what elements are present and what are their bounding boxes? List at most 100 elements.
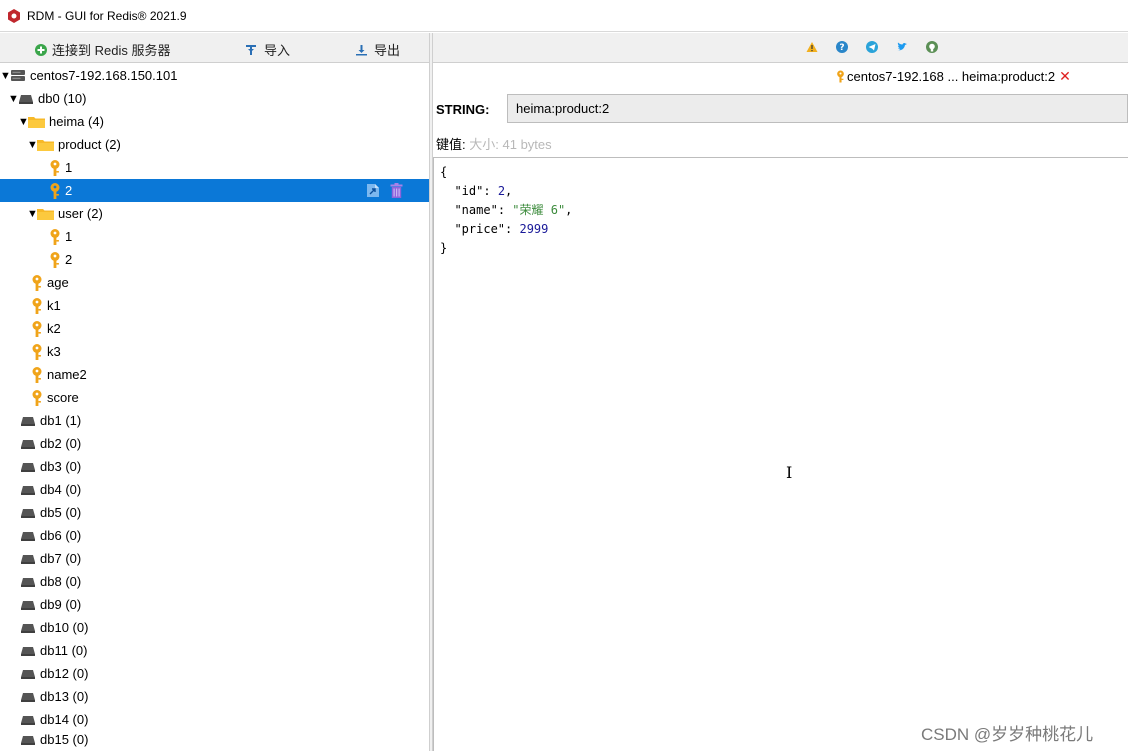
connect-redis-button[interactable]: 连接到 Redis 服务器 xyxy=(35,40,170,59)
redis-logo-icon xyxy=(7,8,21,23)
tree-key-row[interactable]: k2 xyxy=(0,317,429,340)
tree-folder-row[interactable]: ▼ heima (4) xyxy=(0,110,429,133)
key-icon xyxy=(31,297,43,314)
connect-label: 连接到 Redis 服务器 xyxy=(52,43,171,58)
expand-arrow-icon[interactable]: ▼ xyxy=(27,139,38,151)
tree-db-row[interactable]: ▼ db0 (10) xyxy=(0,87,429,110)
tree-db-row[interactable]: db13 (0) xyxy=(0,685,429,708)
tab-key-view[interactable]: centos7-192.168 ... heima:product:2 ✕ xyxy=(836,66,1071,86)
value-editor[interactable]: { "id": 2, "name": "荣耀 6", "price": 2999… xyxy=(433,157,1128,751)
svg-text:?: ? xyxy=(839,43,844,53)
export-button[interactable]: 导出 xyxy=(355,40,400,59)
key-icon xyxy=(49,159,61,176)
database-icon xyxy=(20,576,36,588)
tree-db-row[interactable]: db5 (0) xyxy=(0,501,429,524)
database-icon xyxy=(20,714,36,726)
expand-arrow-icon[interactable]: ▼ xyxy=(0,70,11,82)
expand-arrow-icon[interactable]: ▼ xyxy=(8,93,19,105)
import-button[interactable]: 导入 xyxy=(245,40,290,59)
key-icon xyxy=(49,251,61,268)
key-type-label: STRING: xyxy=(436,102,490,117)
right-toolbar: ? xyxy=(433,33,1128,63)
title-bar: RDM - GUI for Redis® 2021.9 xyxy=(0,0,1128,32)
window-title: RDM - GUI for Redis® 2021.9 xyxy=(27,8,187,23)
watermark: CSDN @岁岁种桃花儿 xyxy=(921,725,1094,744)
key-label: 1 xyxy=(65,229,73,244)
connection-tree: ▼ centos7-192.168.150.101 ▼ db0 (10) ▼ h… xyxy=(0,64,429,751)
tree-folder-row[interactable]: ▼ product (2) xyxy=(0,133,429,156)
json-number: 2 xyxy=(497,184,506,198)
expand-arrow-icon[interactable]: ▼ xyxy=(27,208,38,220)
key-icon xyxy=(49,182,61,199)
tree-db-row[interactable]: db8 (0) xyxy=(0,570,429,593)
size-value: 41 bytes xyxy=(502,137,552,152)
key-icon xyxy=(31,320,43,337)
tree-db-row[interactable]: db1 (1) xyxy=(0,409,429,432)
warning-icon[interactable] xyxy=(806,41,818,53)
tree-key-row[interactable]: score xyxy=(0,386,429,409)
github-icon[interactable] xyxy=(926,41,938,53)
open-in-tab-icon[interactable] xyxy=(366,183,380,198)
key-name-input[interactable]: heima:product:2 xyxy=(507,94,1128,123)
tree-db-row[interactable]: db6 (0) xyxy=(0,524,429,547)
tree-key-row[interactable]: 1 xyxy=(0,156,429,179)
key-icon xyxy=(49,228,61,245)
twitter-icon[interactable] xyxy=(896,41,908,53)
db-count: (0) xyxy=(65,528,82,543)
database-icon xyxy=(20,461,36,473)
db-count: (0) xyxy=(71,643,88,658)
delete-icon[interactable] xyxy=(390,183,403,198)
tree-db-row[interactable]: db3 (0) xyxy=(0,455,429,478)
database-icon xyxy=(20,507,36,519)
tree-folder-row[interactable]: ▼ user (2) xyxy=(0,202,429,225)
tree-db-row[interactable]: db10 (0) xyxy=(0,616,429,639)
left-toolbar: 连接到 Redis 服务器 导入 导出 xyxy=(0,33,429,63)
json-key: "id" xyxy=(454,184,484,198)
tree-db-row[interactable]: db11 (0) xyxy=(0,639,429,662)
tab-label: centos7-192.168 ... heima:product:2 xyxy=(847,68,1056,84)
telegram-icon[interactable] xyxy=(866,41,878,53)
tree-server-row[interactable]: ▼ centos7-192.168.150.101 xyxy=(0,64,429,87)
tree-key-row[interactable]: age xyxy=(0,271,429,294)
tree-key-row[interactable]: 1 xyxy=(0,225,429,248)
tree-key-row-selected[interactable]: 2 xyxy=(0,179,429,202)
tree-db-row[interactable]: db4 (0) xyxy=(0,478,429,501)
value-label: 键值: xyxy=(436,137,466,152)
json-key: "name" xyxy=(454,203,498,217)
folder-icon xyxy=(37,207,54,220)
import-icon xyxy=(246,44,256,55)
key-label: score xyxy=(47,390,79,405)
database-icon xyxy=(20,599,36,611)
tree-db-row[interactable]: db2 (0) xyxy=(0,432,429,455)
database-icon xyxy=(18,93,34,105)
db-count: (0) xyxy=(65,436,82,451)
database-icon xyxy=(20,622,36,634)
database-icon xyxy=(20,553,36,565)
key-label: k3 xyxy=(47,344,61,359)
tree-key-row[interactable]: k3 xyxy=(0,340,429,363)
help-icon[interactable]: ? xyxy=(836,41,848,53)
db-count: (0) xyxy=(72,732,89,747)
key-label: k2 xyxy=(47,321,61,336)
tree-db-row[interactable]: db7 (0) xyxy=(0,547,429,570)
db-label: db1 xyxy=(40,413,62,428)
database-icon xyxy=(20,438,36,450)
db-count: (10) xyxy=(63,91,87,106)
close-tab-icon[interactable]: ✕ xyxy=(1059,68,1071,85)
folder-icon xyxy=(28,115,45,128)
db-count: (0) xyxy=(72,689,89,704)
database-icon xyxy=(20,734,36,746)
expand-arrow-icon[interactable]: ▼ xyxy=(18,116,29,128)
tree-key-row[interactable]: name2 xyxy=(0,363,429,386)
tree-key-row[interactable]: k1 xyxy=(0,294,429,317)
folder-label: user (2) xyxy=(58,206,103,221)
tree-db-row[interactable]: db12 (0) xyxy=(0,662,429,685)
database-icon xyxy=(20,645,36,657)
db-count: (0) xyxy=(65,551,82,566)
tree-key-row[interactable]: 2 xyxy=(0,248,429,271)
key-icon xyxy=(31,366,43,383)
tree-db-row[interactable]: db15 (0) xyxy=(0,728,429,751)
tree-db-row[interactable]: db9 (0) xyxy=(0,593,429,616)
db-label: db9 xyxy=(40,597,62,612)
folder-label: heima (4) xyxy=(49,114,104,129)
